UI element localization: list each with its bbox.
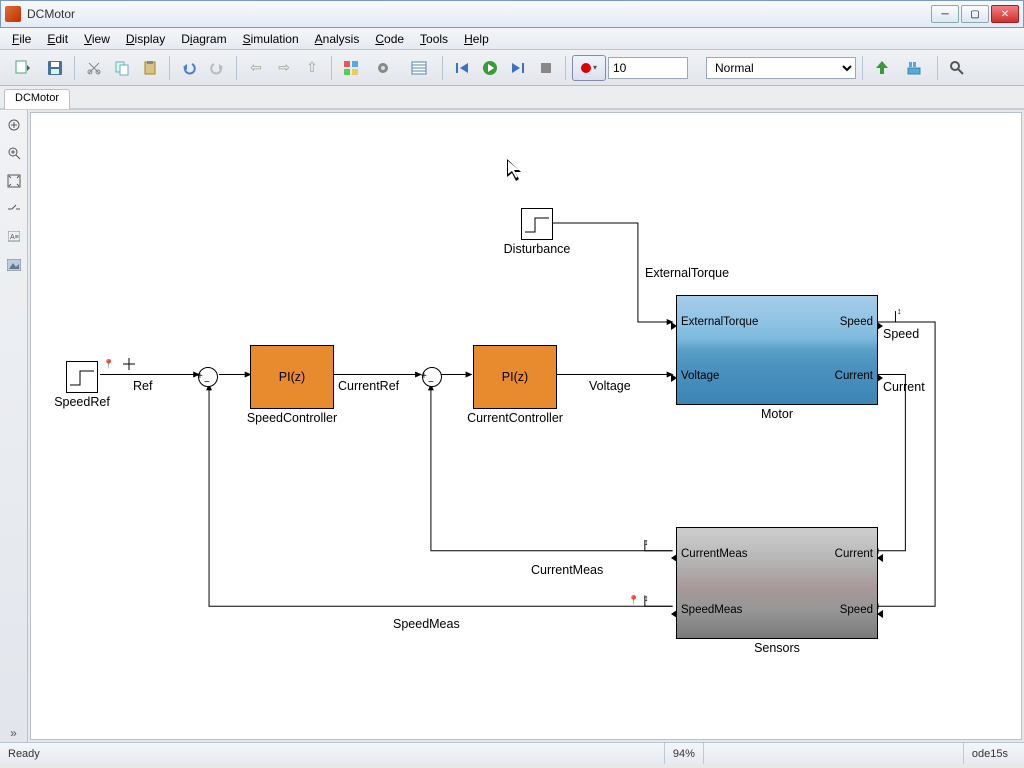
block-motor-label: Motor — [761, 407, 793, 421]
signal-currentmeas: CurrentMeas — [531, 563, 603, 577]
menu-view[interactable]: View — [76, 30, 118, 48]
testpoint-icon — [123, 358, 135, 372]
run-button[interactable] — [477, 55, 503, 81]
signal-externaltorque: ExternalTorque — [645, 266, 729, 280]
status-solver: ode15s — [963, 743, 1016, 764]
save-button[interactable] — [42, 55, 68, 81]
record-icon — [581, 63, 591, 73]
log-badge-icon: 📍 — [103, 359, 114, 370]
image-icon[interactable] — [5, 256, 23, 274]
block-speedref[interactable]: SpeedRef — [66, 361, 98, 393]
sum-current[interactable]: + − — [422, 367, 442, 387]
menu-code[interactable]: Code — [367, 30, 412, 48]
up-button[interactable]: ⇧ — [299, 55, 325, 81]
close-button[interactable]: ✕ — [991, 5, 1019, 23]
deploy-button[interactable] — [897, 55, 931, 81]
palette: A≡ » — [0, 110, 28, 742]
copy-button[interactable] — [109, 55, 135, 81]
block-currentcontroller[interactable]: PI(z) CurrentController — [473, 345, 557, 409]
find-button[interactable] — [944, 55, 970, 81]
block-motor[interactable]: ExternalTorque Voltage Speed Current Mot… — [676, 295, 878, 405]
cut-button[interactable] — [81, 55, 107, 81]
menu-display[interactable]: Display — [118, 30, 173, 48]
undo-button[interactable] — [176, 55, 202, 81]
toolbar: ⇦ ⇨ ⇧ ▾ Normal — [0, 50, 1024, 86]
svg-text:A≡: A≡ — [10, 234, 19, 241]
expand-palette-icon[interactable]: » — [5, 724, 23, 742]
step-forward-button[interactable] — [505, 55, 531, 81]
menu-analysis[interactable]: Analysis — [307, 30, 368, 48]
step-back-button[interactable] — [449, 55, 475, 81]
fit-to-view-icon[interactable] — [5, 172, 23, 190]
maximize-button[interactable]: ▢ — [961, 5, 989, 23]
statusbar: Ready 94% ode15s — [0, 742, 1024, 764]
sum-speed[interactable]: + − — [198, 367, 218, 387]
stop-time-input[interactable] — [608, 57, 688, 79]
menu-simulation[interactable]: Simulation — [235, 30, 307, 48]
library-browser-button[interactable] — [338, 55, 364, 81]
annotation-icon[interactable]: A≡ — [5, 228, 23, 246]
tab-dcmotor[interactable]: DCMotor — [4, 89, 70, 109]
model-config-button[interactable] — [366, 55, 400, 81]
block-disturbance[interactable]: Disturbance — [521, 208, 553, 240]
menu-file[interactable]: File — [4, 30, 39, 48]
block-sensors-label: Sensors — [754, 641, 800, 655]
model-explorer-button[interactable] — [402, 55, 436, 81]
record-button[interactable]: ▾ — [572, 55, 606, 81]
status-zoom: 94% — [664, 743, 703, 764]
signal-currentref: CurrentRef — [338, 379, 399, 393]
testpoint-icon: ↕ — [644, 537, 649, 547]
build-button[interactable] — [869, 55, 895, 81]
signal-speedmeas: SpeedMeas — [393, 617, 460, 631]
window-title: DCMotor — [27, 7, 931, 21]
block-sensors[interactable]: CurrentMeas SpeedMeas Current Speed Sens… — [676, 527, 878, 639]
canvas[interactable]: SpeedRef 📍 Disturbance + − + − — [30, 112, 1022, 740]
titlebar: DCMotor ─ ▢ ✕ — [0, 0, 1024, 28]
mouse-cursor-icon — [507, 159, 525, 188]
new-model-button[interactable] — [6, 55, 40, 81]
redo-button[interactable] — [204, 55, 230, 81]
menu-diagram[interactable]: Diagram — [173, 30, 234, 48]
menu-help[interactable]: Help — [456, 30, 497, 48]
app-icon — [5, 6, 21, 22]
block-disturbance-label: Disturbance — [504, 242, 571, 256]
paste-button[interactable] — [137, 55, 163, 81]
testpoint-icon: ↕ — [644, 593, 649, 603]
menu-edit[interactable]: Edit — [39, 30, 76, 48]
block-speedcontroller-label: SpeedController — [247, 411, 337, 425]
minimize-button[interactable]: ─ — [931, 5, 959, 23]
log-badge-icon: 📍 — [628, 595, 639, 606]
block-currentcontroller-label: CurrentController — [467, 411, 563, 425]
toggle-sample-time-icon[interactable] — [5, 200, 23, 218]
block-speedref-label: SpeedRef — [54, 395, 110, 409]
signal-speed: Speed — [883, 327, 919, 341]
zoom-fit-icon[interactable] — [5, 144, 23, 162]
testpoint-icon: ↕ — [897, 306, 902, 316]
back-button[interactable]: ⇦ — [243, 55, 269, 81]
wires-layer — [31, 113, 1021, 739]
tab-row: DCMotor — [0, 86, 1024, 110]
hide-explorer-icon[interactable] — [5, 116, 23, 134]
stop-button[interactable] — [533, 55, 559, 81]
menu-tools[interactable]: Tools — [412, 30, 456, 48]
signal-ref: Ref — [133, 379, 152, 393]
menubar: File Edit View Display Diagram Simulatio… — [0, 28, 1024, 50]
block-speedcontroller[interactable]: PI(z) SpeedController — [250, 345, 334, 409]
signal-current: Current — [883, 380, 925, 394]
status-ready: Ready — [8, 748, 40, 760]
signal-voltage: Voltage — [589, 379, 631, 393]
forward-button[interactable]: ⇨ — [271, 55, 297, 81]
simulation-mode-select[interactable]: Normal — [706, 57, 856, 79]
